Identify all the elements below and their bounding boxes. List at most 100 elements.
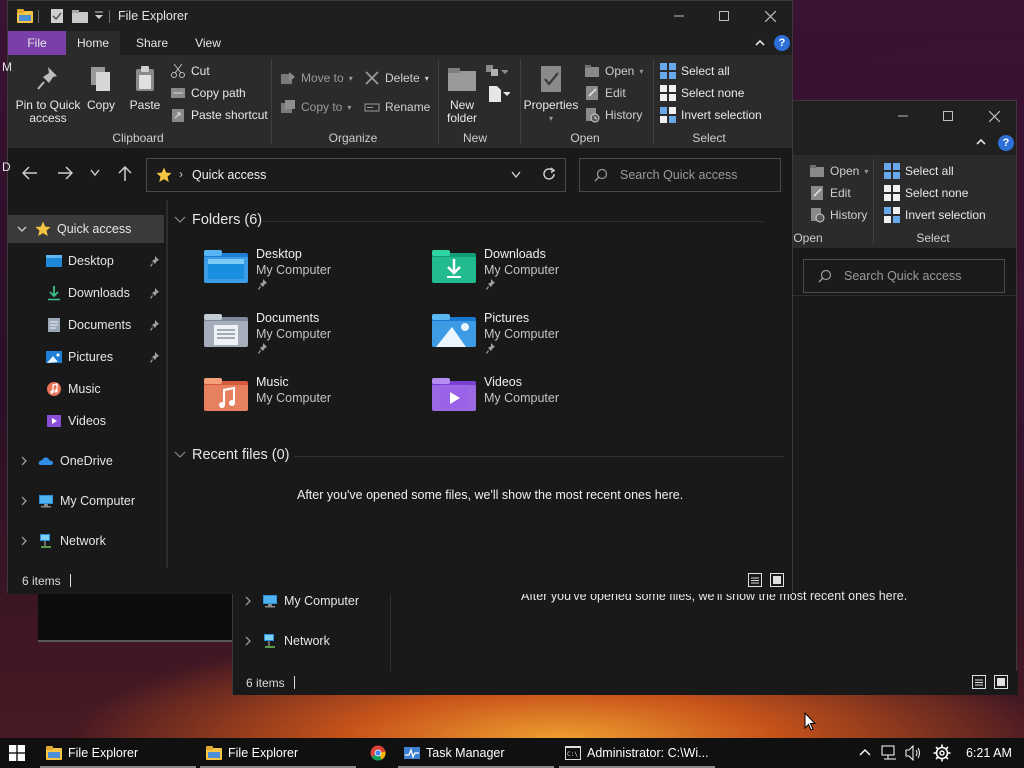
move-to-button[interactable]: Move to ▾ (280, 70, 353, 86)
pane-divider[interactable] (166, 200, 168, 568)
forward-arrow-icon[interactable] (57, 166, 73, 180)
sidebar-item-downloads[interactable]: Downloads (8, 279, 164, 307)
folder-tile-pictures[interactable]: Pictures My Computer (432, 311, 652, 371)
properties-qat-icon[interactable] (50, 9, 64, 23)
taskbar-item-chrome[interactable] (364, 738, 392, 768)
large-icons-view-icon[interactable] (993, 674, 1009, 690)
taskbar-item-administrator-c-wi[interactable]: C:\ Administrator: C:\Wi... (559, 738, 715, 768)
new-item-icon[interactable] (486, 63, 508, 79)
refresh-icon[interactable] (542, 167, 556, 181)
volume-icon[interactable] (905, 745, 923, 761)
folders-section-header[interactable]: Folders (6) (174, 212, 764, 228)
copy-path-button[interactable]: Copy path (170, 85, 246, 101)
details-view-icon[interactable] (971, 674, 987, 690)
edit-button[interactable]: Edit (584, 85, 626, 101)
expand-chevron-icon[interactable] (244, 636, 252, 646)
help-icon[interactable]: ? (774, 35, 790, 51)
sidebar-item-pictures[interactable]: Pictures (8, 343, 164, 371)
tab-file[interactable]: File (8, 31, 66, 55)
paste-shortcut-button[interactable]: Paste shortcut (170, 107, 268, 123)
expand-chevron-icon[interactable] (17, 225, 27, 233)
tab-share[interactable]: Share (124, 31, 180, 55)
file-explorer-window[interactable]: File Explorer File Home Share View ? Pin… (7, 0, 793, 594)
select-none-button[interactable]: Select none (884, 185, 968, 201)
folder-tile-videos[interactable]: Videos My Computer (432, 375, 652, 435)
clock[interactable]: 6:21 AM (966, 746, 1012, 760)
folder-tile-desktop[interactable]: Desktop My Computer (204, 247, 424, 307)
folder-tile-downloads[interactable]: Downloads My Computer (432, 247, 652, 307)
history-button[interactable]: History (809, 207, 867, 223)
delete-button[interactable]: Delete ▾ (364, 70, 429, 86)
network-tray-icon[interactable] (881, 745, 899, 761)
folder-tile-music[interactable]: Music My Computer (204, 375, 424, 435)
pin-icon (150, 287, 160, 299)
details-view-icon[interactable] (747, 572, 763, 588)
sidebar-item-documents[interactable]: Documents (8, 311, 164, 339)
collapse-ribbon-icon[interactable] (975, 136, 987, 148)
qat-dropdown-icon[interactable] (95, 11, 103, 21)
open-button[interactable]: Open ▾ (584, 63, 643, 79)
back-arrow-icon[interactable] (22, 166, 38, 180)
maximize-button[interactable] (701, 1, 747, 31)
tab-home[interactable]: Home (66, 31, 120, 55)
taskbar-item-file-explorer[interactable]: File Explorer (200, 738, 356, 768)
expand-chevron-icon[interactable] (20, 536, 28, 546)
title-bar[interactable]: File Explorer (8, 1, 792, 31)
back-search-box[interactable]: Search Quick access (803, 259, 1005, 293)
select-none-label: Select none (681, 86, 745, 100)
start-button[interactable] (9, 745, 25, 761)
sidebar-item-network[interactable]: Network (233, 627, 389, 655)
up-arrow-icon[interactable] (118, 166, 132, 182)
minimize-button[interactable] (656, 1, 702, 31)
properties-button[interactable]: Properties ▾ (522, 65, 580, 125)
show-hidden-icons-chevron-icon[interactable] (859, 748, 871, 757)
close-button[interactable] (971, 101, 1017, 131)
tab-view[interactable]: View (182, 31, 234, 55)
maximize-button[interactable] (925, 101, 971, 131)
search-box[interactable]: Search Quick access (579, 158, 781, 192)
recent-locations-chevron-icon[interactable] (90, 169, 100, 177)
close-icon (988, 110, 1000, 122)
new-folder-button[interactable]: New folder (440, 65, 484, 125)
address-bar[interactable]: › Quick access (146, 158, 566, 192)
recent-files-section-header[interactable]: Recent files (0) (174, 447, 784, 463)
taskbar-item-file-explorer[interactable]: File Explorer (40, 738, 196, 768)
select-none-button[interactable]: Select none (660, 85, 744, 101)
select-all-button[interactable]: Select all (660, 63, 730, 79)
sidebar-item-onedrive[interactable]: OneDrive (8, 447, 164, 475)
settings-gear-icon[interactable] (933, 744, 951, 762)
select-all-button[interactable]: Select all (884, 163, 954, 179)
taskbar-item-task-manager[interactable]: Task Manager (398, 738, 554, 768)
rename-button[interactable]: Rename (364, 99, 430, 115)
edit-button[interactable]: Edit (809, 185, 851, 201)
cut-button[interactable]: Cut (170, 63, 210, 79)
help-icon[interactable]: ? (998, 135, 1014, 151)
sidebar-item-network[interactable]: Network (8, 527, 164, 555)
expand-chevron-icon[interactable] (244, 596, 252, 606)
close-button[interactable] (747, 1, 793, 31)
easy-access-icon[interactable] (488, 85, 510, 103)
address-dropdown-icon[interactable] (511, 171, 521, 179)
sidebar-item-videos[interactable]: Videos (8, 407, 164, 435)
invert-selection-button[interactable]: Invert selection (884, 207, 986, 223)
invert-selection-button[interactable]: Invert selection (660, 107, 762, 123)
open-button[interactable]: Open ▾ (809, 163, 868, 179)
new-folder-qat-icon[interactable] (72, 9, 88, 23)
paste-button[interactable]: Paste (126, 65, 164, 112)
minimize-button[interactable] (880, 101, 926, 131)
sidebar-item-desktop[interactable]: Desktop (8, 247, 164, 275)
folder-tile-documents[interactable]: Documents My Computer (204, 311, 424, 371)
sidebar-item-quick-access[interactable]: Quick access (8, 215, 164, 243)
sidebar-item-my-computer[interactable]: My Computer (8, 487, 164, 515)
section-rule (294, 456, 784, 457)
copy-to-button[interactable]: Copy to ▾ (280, 99, 351, 115)
large-icons-view-icon[interactable] (769, 572, 785, 588)
history-button[interactable]: History (584, 107, 642, 123)
collapse-ribbon-icon[interactable] (754, 37, 766, 49)
expand-chevron-icon[interactable] (20, 496, 28, 506)
copy-button[interactable]: Copy (84, 65, 118, 112)
address-path[interactable]: Quick access (192, 168, 266, 182)
pin-to-quick-access-button[interactable]: Pin to Quick access (12, 65, 84, 125)
sidebar-item-music[interactable]: Music (8, 375, 164, 403)
expand-chevron-icon[interactable] (20, 456, 28, 466)
